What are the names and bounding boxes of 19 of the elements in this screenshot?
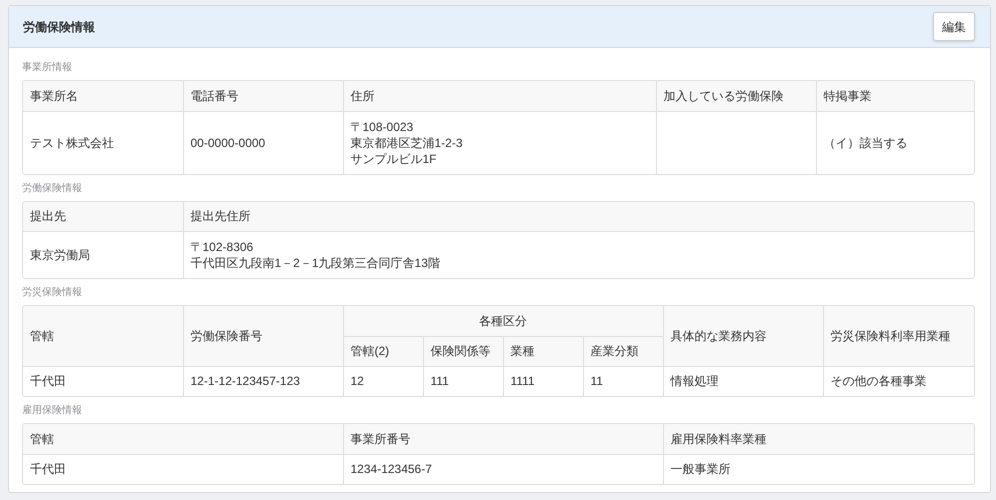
column-header: 具体的な業務内容 bbox=[663, 306, 823, 366]
column-header: 各種区分 bbox=[343, 306, 663, 336]
column-header: 労働保険番号 bbox=[183, 306, 343, 366]
panel-title: 労働保険情報 bbox=[23, 18, 95, 36]
section-title: 事業所情報 bbox=[22, 62, 72, 74]
column-header: 電話番号 bbox=[183, 81, 343, 111]
column-header: 管轄(2) bbox=[343, 336, 423, 366]
column-header: 業種 bbox=[503, 336, 583, 366]
column-header: 管轄 bbox=[23, 424, 343, 454]
edit-button[interactable]: 編集 bbox=[933, 12, 975, 41]
column-header: 保険関係等 bbox=[423, 336, 503, 366]
column-header: 管轄 bbox=[23, 306, 183, 366]
column-header: 住所 bbox=[343, 81, 656, 111]
column-header: 事業所番号 bbox=[343, 424, 663, 454]
section-title: 労働保険情報 bbox=[22, 182, 82, 194]
section-title: 雇用保険情報 bbox=[22, 405, 82, 417]
column-header: 加入している労働保険 bbox=[656, 81, 816, 111]
column-header: 事業所名 bbox=[23, 81, 183, 111]
section-title: 労災保険情報 bbox=[22, 287, 82, 299]
